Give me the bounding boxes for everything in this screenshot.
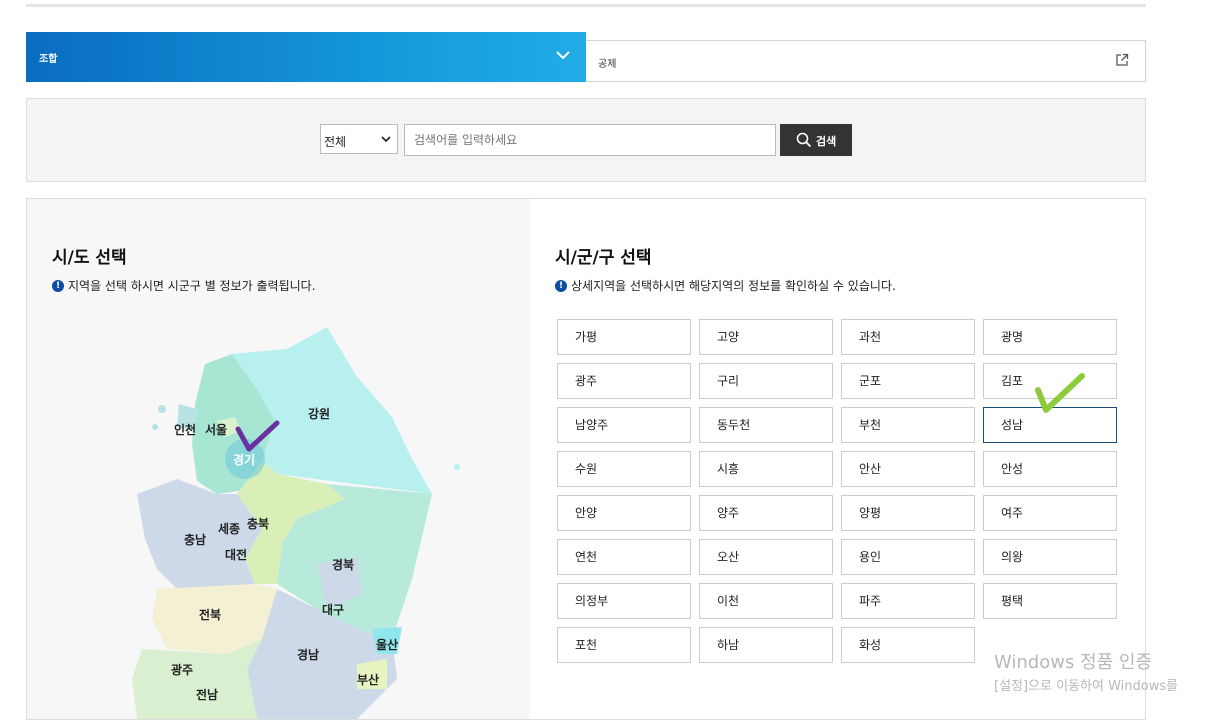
city-button[interactable]: 평택: [983, 583, 1117, 619]
city-button[interactable]: 안산: [841, 451, 975, 487]
map-label-sejong: 세종: [218, 521, 240, 536]
search-button[interactable]: 검색: [780, 124, 852, 156]
city-button[interactable]: 의정부: [557, 583, 691, 619]
map-label-jeonbuk: 전북: [199, 607, 221, 622]
activation-watermark-title: Windows 정품 인증: [994, 652, 1153, 673]
sido-notice-text: 지역을 선택 하시면 시군구 별 정보가 출력됩니다.: [68, 279, 316, 293]
city-button[interactable]: 양주: [699, 495, 833, 531]
tab-gongje-label: 공제: [598, 59, 617, 70]
city-button[interactable]: 남양주: [557, 407, 691, 443]
map-label-daejeon: 대전: [225, 547, 247, 562]
city-button[interactable]: 광주: [557, 363, 691, 399]
map-label-gangwon: 강원: [308, 407, 330, 421]
map-label-gwangju: 광주: [171, 662, 193, 677]
map-label-busan: 부산: [357, 672, 379, 687]
map-label-gyeonggi: 경기: [233, 452, 255, 467]
island-dot: [158, 405, 166, 413]
sigungu-notice: ! 상세지역을 선택하시면 해당지역의 정보를 확인하실 수 있습니다.: [555, 277, 896, 294]
city-button[interactable]: 양평: [841, 495, 975, 531]
info-icon: !: [555, 279, 567, 292]
map-label-incheon: 인천: [174, 422, 196, 437]
activation-watermark-subtitle: [설정]으로 이동하여 Windows를: [994, 679, 1179, 694]
map-label-chungnam: 충남: [184, 532, 206, 547]
city-button[interactable]: 오산: [699, 539, 833, 575]
city-button[interactable]: 용인: [841, 539, 975, 575]
tab-gongje[interactable]: 공제: [586, 40, 1146, 82]
region-panel: 인천 서울 경기 강원 세종 충북 충남 대전 경북 대구 전북 울산 경남 광…: [26, 198, 1146, 720]
top-divider: [26, 4, 1146, 7]
city-button[interactable]: 하남: [699, 627, 833, 663]
map-label-seoul: 서울: [205, 422, 227, 437]
chevron-down-icon: [556, 51, 570, 60]
map-label-gyeongbuk: 경북: [332, 558, 354, 572]
city-button[interactable]: 이천: [699, 583, 833, 619]
map-label-jeonnam: 전남: [196, 687, 218, 702]
search-bar: 전체 검색: [26, 98, 1146, 182]
sigungu-title: 시/군/구 선택: [555, 248, 652, 268]
search-scope-select[interactable]: 전체: [320, 124, 398, 154]
map-label-gyeongnam: 경남: [297, 647, 319, 662]
category-tabs: 조합 공제: [26, 32, 1146, 82]
city-button[interactable]: 화성: [841, 627, 975, 663]
city-button[interactable]: 과천: [841, 319, 975, 355]
city-button[interactable]: 광명: [983, 319, 1117, 355]
sido-title: 시/도 선택: [52, 248, 127, 268]
search-scope-value: 전체: [324, 135, 347, 149]
tab-johap[interactable]: 조합: [26, 32, 586, 82]
city-button[interactable]: 고양: [699, 319, 833, 355]
city-button[interactable]: 구리: [699, 363, 833, 399]
sido-pane: 인천 서울 경기 강원 세종 충북 충남 대전 경북 대구 전북 울산 경남 광…: [27, 199, 530, 719]
city-button[interactable]: 여주: [983, 495, 1117, 531]
map-label-daegu: 대구: [322, 603, 344, 617]
map-label-ulsan: 울산: [376, 637, 398, 652]
external-link-icon[interactable]: [1115, 53, 1129, 67]
city-button[interactable]: 가평: [557, 319, 691, 355]
city-button[interactable]: 수원: [557, 451, 691, 487]
map-label-chungbuk: 충북: [247, 516, 269, 531]
city-button[interactable]: 동두천: [699, 407, 833, 443]
city-button[interactable]: 의왕: [983, 539, 1117, 575]
tab-johap-label: 조합: [39, 54, 58, 65]
sigungu-notice-text: 상세지역을 선택하시면 해당지역의 정보를 확인하실 수 있습니다.: [571, 279, 896, 293]
city-button[interactable]: 파주: [841, 583, 975, 619]
city-button[interactable]: 부천: [841, 407, 975, 443]
search-icon: [796, 132, 812, 148]
info-icon: !: [52, 279, 64, 292]
island-dot: [152, 424, 158, 430]
city-button[interactable]: 포천: [557, 627, 691, 663]
city-button[interactable]: 시흥: [699, 451, 833, 487]
city-button[interactable]: 연천: [557, 539, 691, 575]
search-button-label: 검색: [816, 135, 837, 148]
sido-notice: ! 지역을 선택 하시면 시군구 별 정보가 출력됩니다.: [52, 277, 316, 294]
city-button[interactable]: 안성: [983, 451, 1117, 487]
green-check-mark: [1035, 373, 1085, 413]
chevron-down-icon: [381, 136, 391, 143]
city-button[interactable]: 군포: [841, 363, 975, 399]
island-dot: [454, 464, 460, 470]
city-button[interactable]: 안양: [557, 495, 691, 531]
search-input[interactable]: [404, 124, 776, 156]
